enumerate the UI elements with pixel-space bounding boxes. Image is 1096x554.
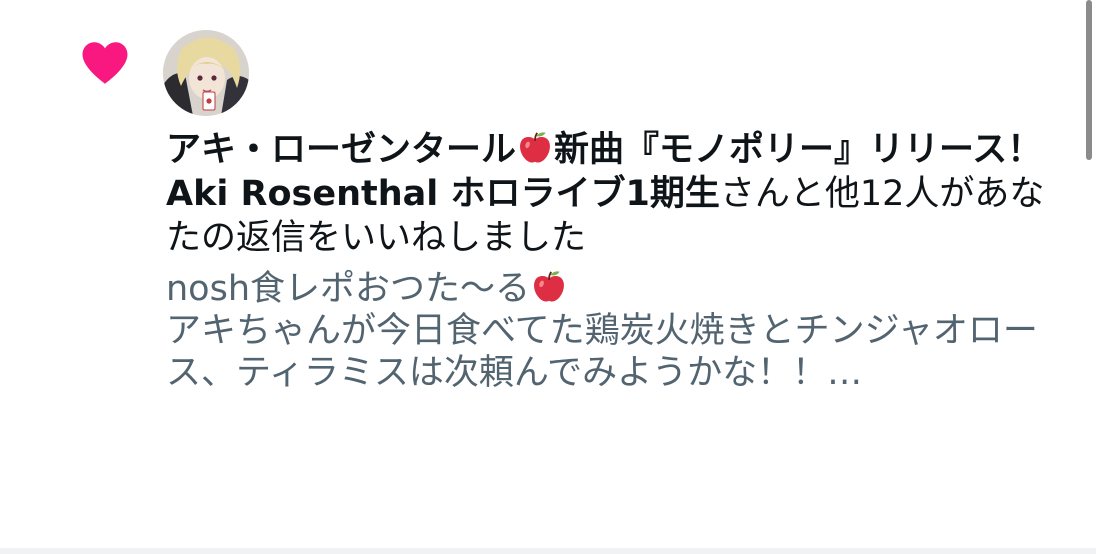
divider [0, 548, 1096, 554]
scrollbar-thumb[interactable] [1086, 0, 1092, 160]
notification-body: アキ・ローゼンタール 新曲『モノポリー』リリース！Aki Rosenthal ホ… [166, 128, 1066, 394]
liker-name: アキ・ローゼンタール [166, 130, 517, 170]
quoted-reply-line-2: アキちゃんが今日食べてた鶏炭火焼きとチンジャオロース、ティラミスは次頼んでみよう… [166, 311, 1038, 393]
scrollbar[interactable] [1084, 0, 1096, 554]
quoted-reply-line-1: nosh食レポおつた〜る [166, 268, 1066, 310]
avatar-image [163, 30, 249, 116]
notification-headline: アキ・ローゼンタール 新曲『モノポリー』リリース！Aki Rosenthal ホ… [166, 128, 1066, 260]
avatar[interactable] [163, 30, 249, 116]
heart-icon [82, 42, 128, 84]
red-apple-icon [534, 271, 564, 302]
quoted-reply[interactable]: nosh食レポおつた〜る アキちゃんが今日食べてた鶏炭火焼きとチンジャオロース、… [166, 268, 1066, 394]
like-notification[interactable]: アキ・ローゼンタール 新曲『モノポリー』リリース！Aki Rosenthal ホ… [0, 0, 1096, 548]
red-apple-icon [520, 132, 550, 163]
quoted-reply-line-1-text: nosh食レポおつた〜る [166, 269, 531, 309]
